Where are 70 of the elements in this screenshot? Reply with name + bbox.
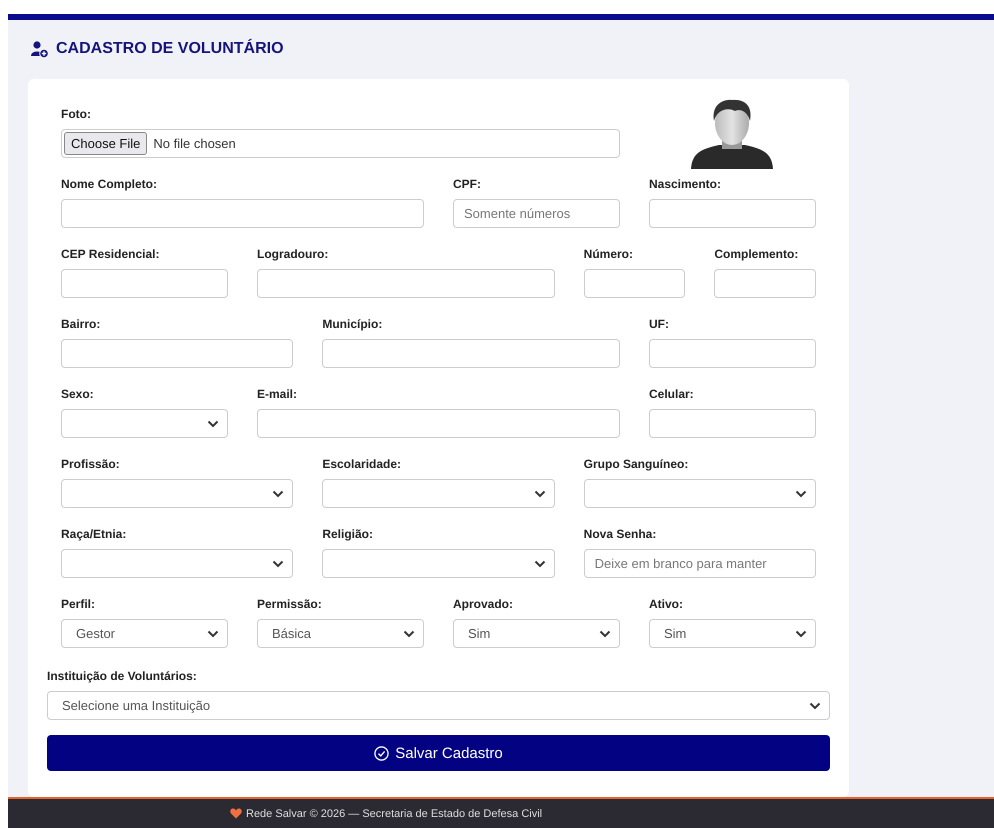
choose-file-button[interactable]: Choose File	[64, 132, 148, 155]
select-field[interactable]: Gestor	[61, 619, 228, 648]
select-field[interactable]: Sim	[648, 619, 816, 648]
chevron-icon	[207, 630, 219, 638]
file-status: No file chosen	[153, 136, 236, 151]
input-field[interactable]	[584, 269, 686, 298]
avatar-silhouette-icon	[689, 97, 776, 169]
field-label: E-mail:	[257, 387, 298, 402]
chevron-icon	[598, 630, 611, 638]
chevron-icon	[794, 630, 807, 638]
input-field[interactable]	[648, 409, 816, 438]
file-input[interactable]: Choose File No file chosen	[61, 129, 620, 158]
field-label: Perfil:	[61, 597, 96, 612]
user-plus-icon	[31, 40, 49, 58]
select-field[interactable]	[322, 479, 555, 508]
select-field[interactable]	[322, 549, 555, 578]
field-label: CEP Residencial:	[61, 247, 160, 262]
select-field[interactable]	[61, 409, 228, 438]
field-label: Ativo:	[648, 597, 684, 612]
select-field[interactable]: Básica	[257, 619, 424, 648]
chevron-icon	[809, 702, 821, 710]
field-label: Aprovado:	[453, 597, 514, 612]
field-label: Logradouro:	[257, 247, 330, 262]
field-label: Celular:	[648, 387, 695, 402]
save-button[interactable]: Salvar Cadastro	[47, 735, 830, 771]
input-field[interactable]	[257, 269, 555, 298]
input-field[interactable]	[61, 269, 228, 298]
field-label: Nome Completo:	[61, 177, 158, 192]
field-label: Sexo:	[61, 387, 95, 402]
field-label: Raça/Etnia:	[61, 527, 128, 542]
field-label: Complemento:	[714, 247, 800, 262]
page-title: CADASTRO DE VOLUNTÁRIO	[56, 40, 284, 58]
chevron-icon	[534, 560, 546, 568]
field-label: Profissão:	[61, 457, 121, 472]
field-label: Bairro:	[61, 317, 102, 332]
input-field[interactable]	[648, 199, 816, 228]
field-label: Escolaridade:	[322, 457, 402, 472]
footer-text: Rede Salvar © 2026 — Secretaria de Estado de Defesa Civil	[246, 808, 542, 820]
input-field[interactable]	[61, 339, 294, 368]
select-field[interactable]	[61, 479, 294, 508]
field-label: CPF:	[453, 177, 482, 192]
field-label: Permissão:	[257, 597, 323, 612]
input-field[interactable]	[257, 409, 620, 438]
check-circle-icon	[374, 746, 390, 760]
field-label: Religião:	[322, 527, 374, 542]
input-field[interactable]	[322, 339, 620, 368]
chevron-icon	[272, 560, 284, 568]
chevron-icon	[272, 490, 284, 498]
chevron-icon	[207, 420, 219, 428]
input-field[interactable]: Somente números	[453, 199, 620, 228]
heart-icon	[230, 808, 242, 819]
input-field[interactable]: Deixe em branco para manter	[584, 549, 816, 578]
field-label: Instituição de Voluntários:	[47, 669, 198, 684]
field-label: Número:	[584, 247, 634, 262]
input-field[interactable]	[714, 269, 816, 298]
field-label: Nova Senha:	[584, 527, 658, 542]
input-field[interactable]	[61, 199, 424, 228]
field-label: Grupo Sanguíneo:	[584, 457, 690, 472]
field-label: UF:	[648, 317, 670, 332]
select-field[interactable]	[61, 549, 294, 578]
field-label: Nascimento:	[648, 177, 722, 192]
input-field[interactable]	[648, 339, 816, 368]
chevron-icon	[403, 630, 415, 638]
select-field[interactable]: Selecione uma Instituição	[47, 691, 830, 720]
field-label: Foto:	[61, 107, 92, 122]
field-label: Município:	[322, 317, 384, 332]
select-field[interactable]	[584, 479, 816, 508]
chevron-icon	[794, 490, 807, 498]
chevron-icon	[534, 490, 546, 498]
select-field[interactable]: Sim	[453, 619, 620, 648]
